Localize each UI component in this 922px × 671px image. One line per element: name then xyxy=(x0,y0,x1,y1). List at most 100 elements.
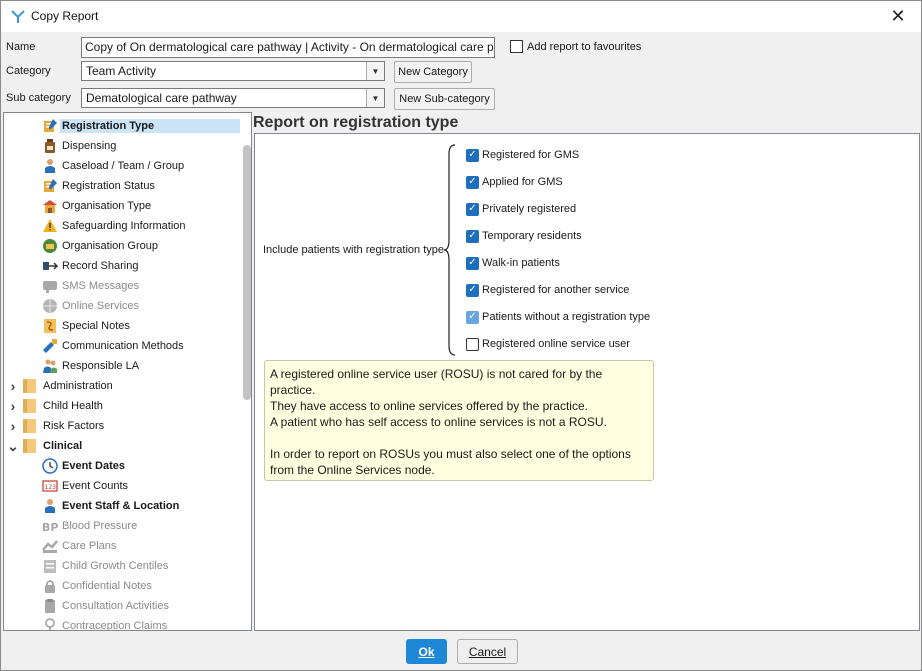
person-icon xyxy=(45,499,55,513)
tree-item[interactable]: Communication Methods xyxy=(4,336,240,356)
tree-item-label: Dispensing xyxy=(62,140,117,152)
chevron-right-icon[interactable]: › xyxy=(7,418,19,434)
registration-option[interactable]: ✓ Walk-in patients xyxy=(466,255,560,271)
brace-decoration xyxy=(443,144,456,356)
tree-item: Care Plans xyxy=(4,536,240,556)
registration-option-label: Patients without a registration type xyxy=(482,311,651,323)
tree-item: Online Services xyxy=(4,296,240,316)
tree-item-label: Safeguarding Information xyxy=(62,220,186,232)
tree-item-label: Administration xyxy=(43,380,113,392)
registration-option[interactable]: Registered online service user xyxy=(466,336,630,352)
tree-item[interactable]: Safeguarding Information xyxy=(4,216,240,236)
new-category-button[interactable]: New Category xyxy=(394,61,472,83)
tree-item[interactable]: Organisation Type xyxy=(4,196,240,216)
tree-item-label: Care Plans xyxy=(62,540,117,552)
report-node-tree[interactable]: Contraception Claims Consultation Activit… xyxy=(3,112,252,631)
tree-item[interactable]: › Administration xyxy=(4,376,240,396)
counter-icon: 123 xyxy=(42,480,58,492)
care-plan-icon xyxy=(42,540,58,553)
registration-option[interactable]: ✓ Registered for GMS xyxy=(466,147,579,163)
tree-item-label: Event Dates xyxy=(62,460,125,472)
registration-option[interactable]: ✓ Privately registered xyxy=(466,201,576,217)
tree-item[interactable]: Event Staff & Location xyxy=(4,496,240,516)
growth-icon xyxy=(44,560,56,573)
include-label: Include patients with registration type xyxy=(263,244,444,256)
tree-item[interactable]: Event Dates xyxy=(4,456,240,476)
registration-option-label: Registered for another service xyxy=(482,284,630,296)
subcategory-label: Sub category xyxy=(6,92,71,104)
tree-item: SMS Messages xyxy=(4,276,240,296)
tree-scrollbar-thumb[interactable] xyxy=(243,145,251,400)
bottle-icon xyxy=(45,139,55,153)
tree-item-label: Record Sharing xyxy=(62,260,139,272)
chevron-right-icon[interactable]: › xyxy=(7,378,19,394)
registration-option-checkbox[interactable]: ✓ xyxy=(466,256,479,270)
tree-item-label: Organisation Type xyxy=(62,200,152,212)
tree-item[interactable]: Organisation Group xyxy=(4,236,240,256)
registration-option-label: Walk-in patients xyxy=(482,257,560,269)
tree-item[interactable]: ⌄ Clinical xyxy=(4,436,240,456)
tree-scrollbar[interactable] xyxy=(241,113,251,630)
cancel-button[interactable]: Cancel xyxy=(457,639,518,664)
communication-icon xyxy=(43,339,57,353)
tree-item[interactable]: › Child Health xyxy=(4,396,240,416)
tree-item[interactable]: Registration Status xyxy=(4,176,240,196)
chevron-right-icon[interactable]: › xyxy=(7,398,19,414)
tree-item-label: Risk Factors xyxy=(43,420,105,432)
window-title: Copy Report xyxy=(31,9,99,23)
favourites-label: Add report to favourites xyxy=(527,41,642,53)
info-line-4: In order to report on ROSUs you must als… xyxy=(270,447,631,477)
tree-item-label: Communication Methods xyxy=(62,340,184,352)
registration-icon xyxy=(44,179,57,192)
tree-item[interactable]: Record Sharing xyxy=(4,256,240,276)
registration-option-checkbox[interactable]: ✓ xyxy=(466,202,479,216)
favourites-checkbox[interactable] xyxy=(510,40,523,53)
copy-report-window: Copy Report ✕ Name Copy of On dermatolog… xyxy=(0,0,922,671)
registration-option-checkbox[interactable]: ✓ xyxy=(466,229,479,243)
registration-option[interactable]: ✓ Patients without a registration type xyxy=(466,309,650,325)
registration-option[interactable]: ✓ Temporary residents xyxy=(466,228,582,244)
tree-item: Contraception Claims xyxy=(4,616,240,631)
notes-icon xyxy=(44,319,56,333)
building-icon xyxy=(43,200,57,213)
category-value: Team Activity xyxy=(86,64,157,78)
chevron-down-icon[interactable]: ▼ xyxy=(366,62,384,80)
tree-item-label: Registration Status xyxy=(62,180,155,192)
tree-item-label: Consultation Activities xyxy=(62,600,169,612)
tree-item[interactable]: Responsible LA xyxy=(4,356,240,376)
tree-item[interactable]: Dispensing xyxy=(4,136,240,156)
tree-item[interactable]: Caseload / Team / Group xyxy=(4,156,240,176)
tree-item[interactable]: Special Notes xyxy=(4,316,240,336)
tree-item[interactable]: Registration Type xyxy=(4,116,240,136)
chevron-down-icon[interactable]: ⌄ xyxy=(7,438,19,455)
app-logo-icon xyxy=(11,10,25,23)
registration-option-checkbox[interactable]: ✓ xyxy=(466,148,479,162)
tree-item-label: Contraception Claims xyxy=(62,620,168,631)
registration-option-checkbox[interactable]: ✓ xyxy=(466,175,479,189)
registration-option-checkbox[interactable]: ✓ xyxy=(466,310,479,324)
folder-icon xyxy=(23,399,36,413)
tree-item-label: Child Health xyxy=(43,400,103,412)
category-select[interactable]: Team Activity ▼ xyxy=(81,61,385,81)
tree-item-label: Responsible LA xyxy=(62,360,140,372)
panel-title: Report on registration type xyxy=(253,114,459,131)
tree-item[interactable]: › Risk Factors xyxy=(4,416,240,436)
close-button[interactable]: ✕ xyxy=(875,1,921,32)
sms-icon xyxy=(43,281,57,293)
subcategory-select[interactable]: Dematological care pathway ▼ xyxy=(81,88,385,108)
new-subcategory-button[interactable]: New Sub-category xyxy=(394,88,495,110)
group-icon xyxy=(43,239,57,253)
folder-icon xyxy=(23,439,36,453)
report-name-input[interactable]: Copy of On dermatological care pathway |… xyxy=(81,37,495,58)
tree-item: Confidential Notes xyxy=(4,576,240,596)
chevron-down-icon[interactable]: ▼ xyxy=(366,89,384,107)
registration-option-checkbox[interactable] xyxy=(466,337,479,351)
svg-text:BP: BP xyxy=(42,521,58,534)
registration-option-checkbox[interactable]: ✓ xyxy=(466,283,479,297)
registration-option[interactable]: ✓ Registered for another service xyxy=(466,282,629,298)
tree-item[interactable]: 123 Event Counts xyxy=(4,476,240,496)
bp-icon: BP xyxy=(42,521,58,534)
ok-button[interactable]: Ok xyxy=(406,639,447,664)
registration-option[interactable]: ✓ Applied for GMS xyxy=(466,174,563,190)
name-label: Name xyxy=(6,41,36,53)
